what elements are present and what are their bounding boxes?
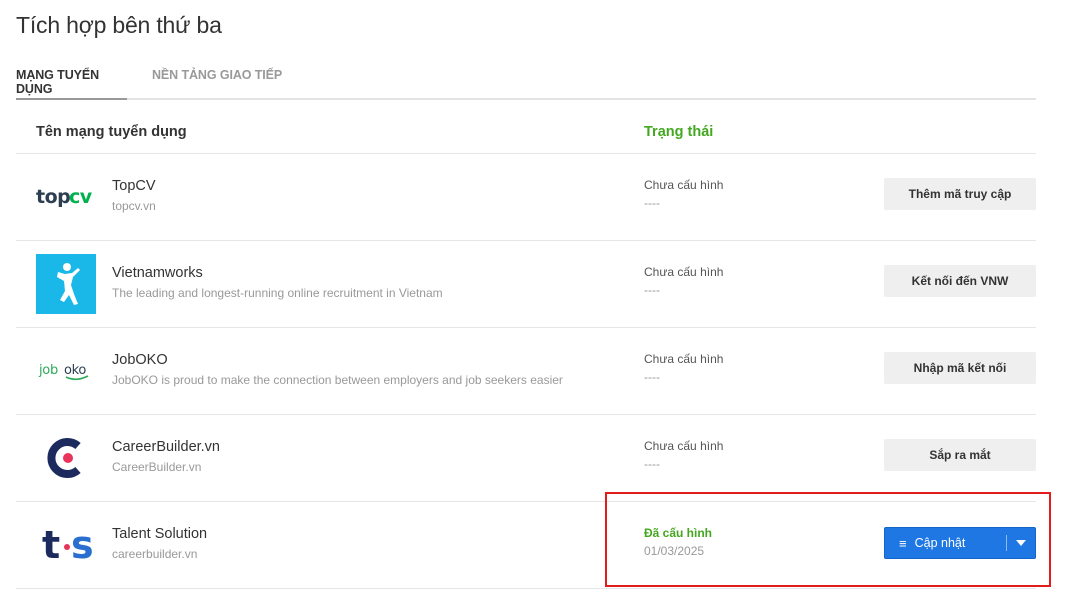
coming-soon-button[interactable]: Sắp ra mắt [884, 439, 1036, 471]
status-label: Chưa cấu hình [644, 352, 724, 366]
table-row: Vietnamworks The leading and longest-run… [16, 241, 1036, 328]
talent-solution-logo: t s [36, 515, 96, 575]
svg-text:t: t [42, 525, 60, 565]
table-row: CareerBuilder.vn CareerBuilder.vn Chưa c… [16, 415, 1036, 502]
joboko-logo: job oko [36, 341, 96, 401]
add-access-code-button[interactable]: Thêm mã truy cập [884, 178, 1036, 210]
column-header-name: Tên mạng tuyển dụng [36, 124, 187, 140]
enter-connection-code-button[interactable]: Nhập mã kết nối [884, 352, 1036, 384]
integration-description: JobOKO is proud to make the connection b… [112, 373, 563, 387]
column-header-status: Trạng thái [644, 124, 714, 140]
integration-description: topcv.vn [112, 199, 156, 213]
careerbuilder-logo [36, 428, 96, 488]
table-row: job oko JobOKO JobOKO is proud to make t… [16, 328, 1036, 415]
vietnamworks-figure-icon [57, 263, 80, 305]
integration-description: The leading and longest-running online r… [112, 286, 443, 300]
integration-name: Talent Solution [112, 526, 208, 542]
integration-name: TopCV [112, 178, 156, 194]
careerbuilder-c-icon [47, 438, 81, 478]
svg-text:s: s [71, 525, 94, 565]
tab-bar: MẠNG TUYỂN DỤNG NỀN TẢNG GIAO TIẾP [16, 58, 1036, 100]
integration-description: careerbuilder.vn [112, 547, 198, 561]
status-label: Chưa cấu hình [644, 439, 724, 453]
tab-communication-platforms[interactable]: NỀN TẢNG GIAO TIẾP [152, 68, 282, 100]
status-detail: ---- [644, 370, 660, 384]
status-detail: ---- [644, 457, 660, 471]
page-title: Tích hợp bên thứ ba [16, 12, 222, 38]
svg-text:top: top [36, 187, 70, 207]
svg-text:oko: oko [64, 363, 86, 378]
table-row: top cv TopCV topcv.vn Chưa cấu hình ----… [16, 154, 1036, 241]
integration-name: JobOKO [112, 352, 168, 368]
integration-name: CareerBuilder.vn [112, 439, 220, 455]
status-label: Chưa cấu hình [644, 265, 724, 279]
status-detail: ---- [644, 196, 660, 210]
highlight-box [605, 492, 1051, 587]
table-header: Tên mạng tuyển dụng Trạng thái [16, 100, 1036, 154]
integration-description: CareerBuilder.vn [112, 460, 202, 474]
tab-recruitment-networks[interactable]: MẠNG TUYỂN DỤNG [16, 68, 127, 100]
status-label: Chưa cấu hình [644, 178, 724, 192]
topcv-logo: top cv [36, 167, 96, 227]
svg-text:job: job [38, 363, 58, 378]
connect-vnw-button[interactable]: Kết nối đến VNW [884, 265, 1036, 297]
svg-text:cv: cv [69, 187, 93, 207]
status-detail: ---- [644, 283, 660, 297]
vietnamworks-logo [36, 254, 96, 314]
integration-name: Vietnamworks [112, 265, 203, 281]
